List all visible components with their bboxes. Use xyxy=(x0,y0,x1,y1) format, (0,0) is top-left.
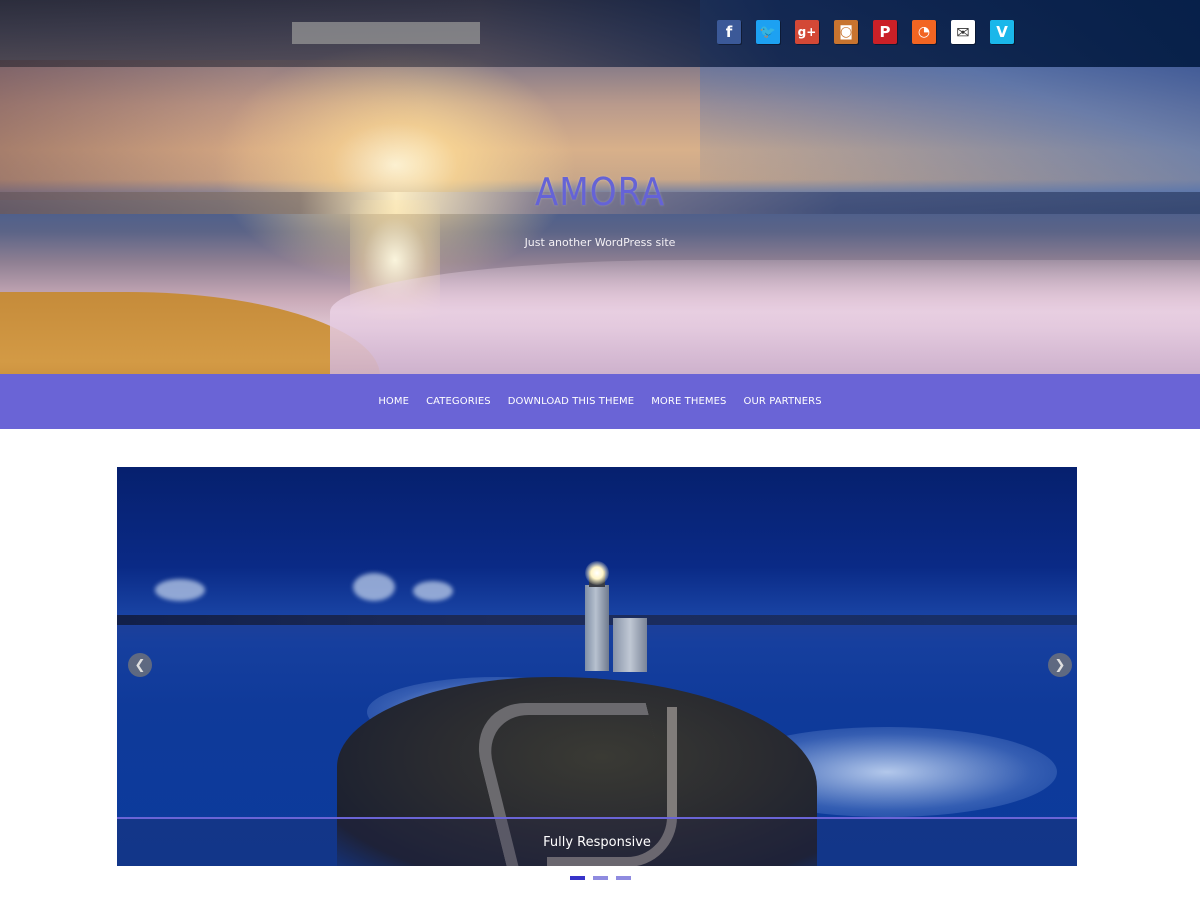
slide-cloud xyxy=(155,579,205,601)
slide-secondary-tower xyxy=(613,618,647,672)
search-input[interactable] xyxy=(292,22,480,44)
nav-menu: HOME CATEGORIES DOWNLOAD THIS THEME MORE… xyxy=(378,396,821,407)
slider-next-button[interactable]: ❯ xyxy=(1048,653,1072,677)
hero-beach-sand xyxy=(0,292,380,374)
pinterest-icon[interactable]: P xyxy=(873,20,897,44)
chevron-right-icon: ❯ xyxy=(1054,657,1066,673)
top-bar xyxy=(0,0,1200,67)
slide-cloud xyxy=(353,573,395,601)
vimeo-icon[interactable]: V xyxy=(990,20,1014,44)
slider-prev-button[interactable]: ❮ xyxy=(128,653,152,677)
slide-caption: Fully Responsive xyxy=(543,835,651,850)
social-icons: f 🐦 g+ ◙ P ◔ ✉ V xyxy=(717,20,1014,44)
slide-cloud xyxy=(413,581,453,601)
rss-icon[interactable]: ◔ xyxy=(912,20,936,44)
pinterest-glyph: P xyxy=(879,23,891,41)
nav-item-more-themes[interactable]: MORE THEMES xyxy=(651,396,726,407)
google-plus-icon[interactable]: g+ xyxy=(795,20,819,44)
chevron-left-icon: ❮ xyxy=(134,657,146,673)
image-slider: Fully Responsive ❮ ❯ xyxy=(117,467,1077,866)
instagram-glyph: ◙ xyxy=(839,24,853,40)
google-plus-glyph: g+ xyxy=(797,25,817,39)
vimeo-glyph: V xyxy=(996,23,1008,41)
email-glyph: ✉ xyxy=(956,22,970,42)
instagram-icon[interactable]: ◙ xyxy=(834,20,858,44)
facebook-glyph: f xyxy=(725,23,733,41)
header-hero: f 🐦 g+ ◙ P ◔ ✉ V AMORA Just another Word… xyxy=(0,0,1200,374)
slide-lighthouse xyxy=(585,585,609,671)
nav-item-download-theme[interactable]: DOWNLOAD THIS THEME xyxy=(508,396,634,407)
email-icon[interactable]: ✉ xyxy=(951,20,975,44)
main-navigation: HOME CATEGORIES DOWNLOAD THIS THEME MORE… xyxy=(0,374,1200,429)
slider-dot-1[interactable] xyxy=(570,876,585,880)
nav-item-home[interactable]: HOME xyxy=(378,396,409,407)
rss-glyph: ◔ xyxy=(917,24,931,40)
site-title[interactable]: AMORA xyxy=(0,170,1200,214)
facebook-icon[interactable]: f xyxy=(717,20,741,44)
site-tagline: Just another WordPress site xyxy=(524,236,676,249)
slider-dot-2[interactable] xyxy=(593,876,608,880)
slider-pagination xyxy=(570,876,631,880)
nav-item-our-partners[interactable]: OUR PARTNERS xyxy=(744,396,822,407)
slider-dot-3[interactable] xyxy=(616,876,631,880)
hero-wave-foam xyxy=(330,260,1200,374)
nav-item-categories[interactable]: CATEGORIES xyxy=(426,396,491,407)
twitter-glyph: 🐦 xyxy=(759,24,777,40)
slide-lighthouse-light xyxy=(585,561,609,585)
twitter-icon[interactable]: 🐦 xyxy=(756,20,780,44)
